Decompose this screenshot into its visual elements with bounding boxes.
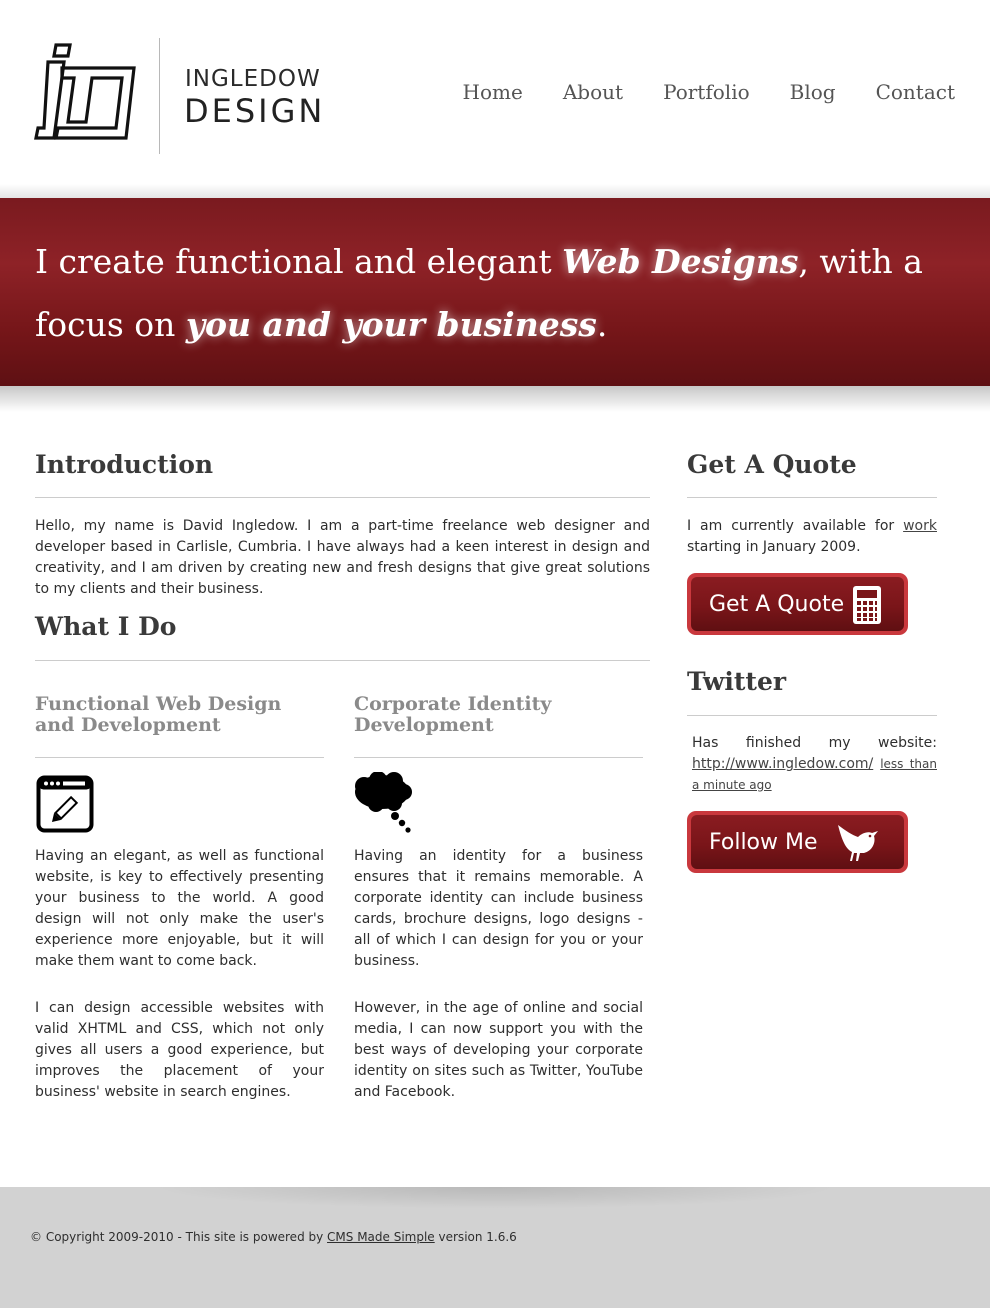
nav-contact[interactable]: Contact [876,80,955,104]
site-footer: © Copyright 2009-2010 - This site is pow… [0,1187,990,1308]
availability-text-end: starting in January 2009. [687,539,861,555]
tagline-part1: I create functional and elegant [35,242,563,281]
calculator-icon [853,586,881,624]
get-a-quote-divider [687,497,937,498]
copyright-text-start: © Copyright 2009-2010 - This site is pow… [30,1230,328,1244]
corporate-identity-paragraph-2: However, in the age of online and social… [354,1000,643,1100]
tagline-emphasis-web-designs: Web Designs [562,242,799,281]
corporate-identity-paragraph-1: Having an identity for a business ensure… [354,848,643,969]
get-a-quote-heading: Get A Quote [687,450,857,479]
id-logo-icon[interactable] [34,42,138,142]
availability-text-start: I am currently available for [687,518,904,534]
copyright-text: © Copyright 2009-2010 - This site is pow… [30,1230,517,1244]
intro-divider [35,497,650,498]
copyright-text-end: version 1.6.6 [434,1230,517,1244]
main-nav: Home About Portfolio Blog Contact [463,80,955,104]
twitter-divider [687,715,937,716]
nav-blog[interactable]: Blog [790,80,836,104]
logo-divider [159,38,160,154]
follow-me-button-label: Follow Me [709,829,818,855]
what-i-do-divider [35,660,650,661]
intro-paragraph: Hello, my name is David Ingledow. I am a… [35,518,650,597]
logo-text-design[interactable]: DESIGN [184,92,325,130]
nav-home[interactable]: Home [463,80,523,104]
web-design-paragraph-2: I can design accessible websites with va… [35,1000,324,1100]
get-a-quote-button[interactable]: Get A Quote [687,573,908,635]
tweet-text: Has finished my website: [692,735,937,751]
follow-me-button-face[interactable]: Follow Me [691,815,904,869]
tagline-emphasis-business: you and your business [185,305,597,344]
twitter-heading: Twitter [687,667,787,696]
site-header: INGLEDOW DESIGN Home About Portfolio Blo… [0,0,990,190]
get-a-quote-button-face[interactable]: Get A Quote [691,577,904,631]
availability-text: I am currently available for work starti… [687,516,937,558]
nav-about[interactable]: About [563,80,623,104]
intro-heading: Introduction [35,450,214,479]
nav-portfolio[interactable]: Portfolio [663,80,750,104]
corporate-identity-heading: Corporate Identity Development [354,693,552,736]
hero-tagline: I create functional and elegant Web Desi… [35,230,985,356]
web-design-divider [35,757,324,758]
web-design-paragraph-1: Having an elegant, as well as functional… [35,848,324,969]
logo-text-ingledow[interactable]: INGLEDOW [185,66,321,92]
web-design-heading: Functional Web Design and Development [35,693,282,736]
work-link[interactable]: work [903,518,937,534]
tweet-url-link[interactable]: http://www.ingledow.com/ [692,756,873,772]
corporate-identity-divider [354,757,643,758]
tagline-part3: . [596,305,608,344]
what-i-do-heading: What I Do [35,612,177,641]
banner-shadow-bottom [0,386,990,412]
cms-made-simple-link[interactable]: CMS Made Simple [327,1230,435,1244]
thought-cloud-icon [355,772,412,833]
get-a-quote-button-label: Get A Quote [709,591,845,617]
browser-pencil-icon [36,775,94,833]
footer-shade [150,1187,840,1209]
latest-tweet: Has finished my website: http://www.ingl… [692,733,937,796]
follow-me-button[interactable]: Follow Me [687,811,908,873]
bird-icon [838,825,878,861]
